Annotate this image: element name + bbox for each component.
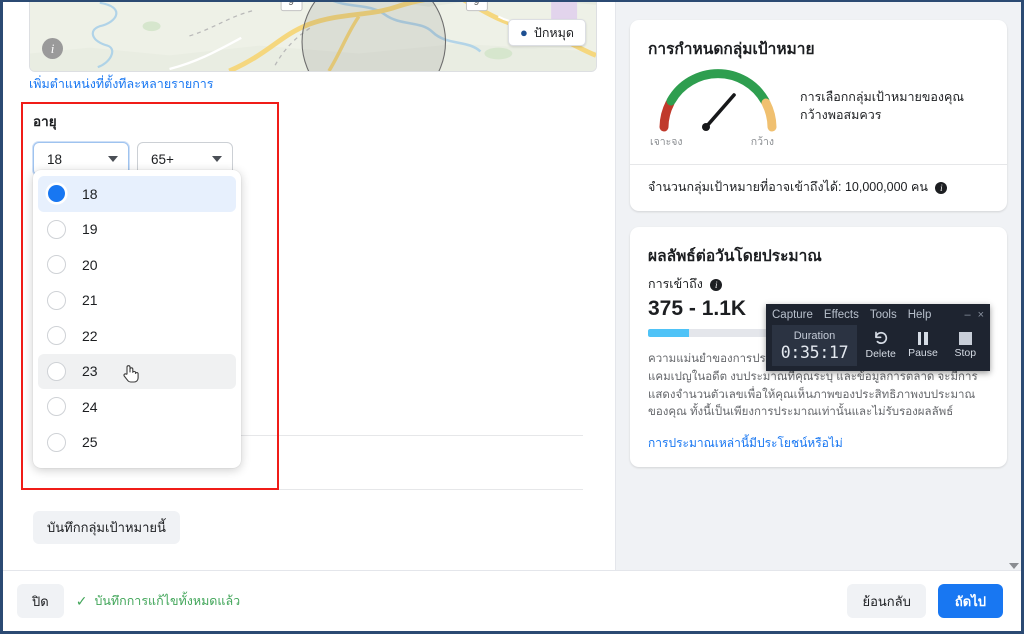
scroll-down-arrow-icon[interactable] [1009,563,1019,569]
duration-value: 0:35:17 [780,342,849,362]
gauge-right-label: กว้าง [750,136,774,148]
radio-button[interactable] [47,255,66,275]
close-icon[interactable]: × [978,309,984,321]
age-max-value: 65+ [151,151,174,167]
targeting-gauge-row: เจาะจง กว้าง การเลือกกลุ่มเป้าหมายของคุณ… [648,67,989,150]
radio-button[interactable] [47,361,66,381]
pause-icon [917,332,928,345]
check-icon: ✓ [75,592,88,609]
results-card-title: ผลลัพธ์ต่อวันโดยประมาณ [648,248,822,265]
age-option-22[interactable]: 22 [38,318,236,354]
age-option-19[interactable]: 19 [38,212,236,248]
targeting-gauge: เจาะจง กว้าง [648,67,800,150]
age-option-label: 21 [82,292,98,309]
pin-location-label: ปักหมุด [533,25,574,40]
svg-text:9: 9 [288,0,294,8]
radio-button[interactable] [47,219,66,239]
chevron-down-icon [212,156,222,162]
svg-text:9: 9 [474,0,480,8]
age-section: อายุ 18 65+ [33,110,273,176]
recorder-menubar: Capture Effects Tools Help – × [766,304,990,325]
map-pin-icon: ● [520,25,528,40]
age-option-label: 20 [82,256,98,273]
age-option-label: 22 [82,327,98,344]
targeting-description: การเลือกกลุ่มเป้าหมายของคุณกว้างพอสมควร [800,90,964,122]
age-option-label: 19 [82,221,98,238]
back-button[interactable]: ย้อนกลับ [847,584,926,618]
reach-row: การเข้าถึง i [648,274,989,294]
delete-label: Delete [865,348,896,360]
age-option-label: 18 [82,185,98,202]
targeting-card-title: การกำหนดกลุ่มเป้าหมาย [648,41,815,58]
gauge-graphic [659,69,777,132]
chevron-down-icon [108,156,118,162]
stop-square-icon [958,332,972,345]
recorder-menu-capture[interactable]: Capture [772,309,813,321]
age-label: อายุ [33,114,57,129]
age-min-value: 18 [47,151,63,167]
divider [33,489,583,490]
age-option-label: 23 [82,363,98,380]
potential-reach-value: 10,000,000 คน [844,180,928,194]
age-option-24[interactable]: 24 [38,389,236,425]
divider [630,164,1007,165]
potential-reach-row: จำนวนกลุ่มเป้าหมายที่อาจเข้าถึงได้: 10,0… [648,177,989,197]
location-map[interactable]: 9 9 i ● ปักหมุด [29,0,597,72]
recorder-window-buttons: – × [964,309,984,321]
potential-reach-label: จำนวนกลุ่มเป้าหมายที่อาจเข้าถึงได้: [648,180,842,194]
stop-label: Stop [954,347,977,359]
radio-button[interactable] [47,397,66,417]
recorder-menu-tools[interactable]: Tools [870,309,897,321]
pause-label: Pause [908,347,938,359]
age-option-label: 24 [82,398,98,415]
next-button[interactable]: ถัดไป [937,584,1003,618]
recorder-pause-button[interactable]: Pause [904,325,941,366]
recorder-delete-button[interactable]: Delete [862,325,899,366]
estimates-panel: การกำหนดกลุ่มเป้าหมาย เจาะจง กว้าง การเล… [615,2,1021,572]
reach-label-text: การเข้าถึง [648,277,703,291]
age-option-23[interactable]: 23 [38,353,236,389]
content-area: 9 9 i ● ปักหมุด เพิ่มตำแหน่งที่ตั้งทีละห… [3,2,1021,572]
radio-button[interactable] [47,184,66,204]
age-option-20[interactable]: 20 [38,247,236,283]
audience-form-panel: 9 9 i ● ปักหมุด เพิ่มตำแหน่งที่ตั้งทีละห… [3,2,615,572]
saved-status-label: บันทึกการแก้ไขทั้งหมดแล้ว [94,594,241,608]
radio-dot [48,185,65,203]
undo-arrow-icon [874,331,887,344]
screen-recorder-toolbar[interactable]: Capture Effects Tools Help – × Duration … [766,304,990,371]
duration-label: Duration [793,329,836,342]
reach-progress-fill [648,329,689,337]
close-button[interactable]: ปิด [17,584,64,618]
save-audience-button[interactable]: บันทึกกลุ่มเป้าหมายนี้ [33,511,180,544]
pin-location-button[interactable]: ● ปักหมุด [508,19,586,46]
mouse-cursor-hand-icon [123,364,139,383]
saved-status: ✓ บันทึกการแก้ไขทั้งหมดแล้ว [76,591,240,611]
info-icon[interactable]: i [710,278,723,291]
radio-button[interactable] [47,326,66,346]
recorder-menu-help[interactable]: Help [908,309,932,321]
recorder-duration: Duration 0:35:17 [772,325,857,366]
info-icon[interactable]: i [42,38,63,59]
recorder-controls: Duration 0:35:17 Delete Pause Stop [766,325,990,371]
gauge-legend: เจาะจง กว้าง [650,133,774,150]
radio-button[interactable] [47,290,66,310]
age-dropdown-menu[interactable]: 18 19 20 21 22 23 24 25 [33,170,241,468]
estimate-feedback-link[interactable]: การประมาณเหล่านี้มีประโยชน์หรือไม่ [648,434,989,453]
recorder-menu-effects[interactable]: Effects [824,309,859,321]
age-option-18[interactable]: 18 [38,176,236,212]
age-option-25[interactable]: 25 [38,425,236,461]
gauge-left-label: เจาะจง [650,136,683,148]
minimize-icon[interactable]: – [964,309,970,321]
age-option-21[interactable]: 21 [38,283,236,319]
targeting-definition-card: การกำหนดกลุ่มเป้าหมาย เจาะจง กว้าง การเล… [630,20,1007,211]
recorder-stop-button[interactable]: Stop [947,325,984,366]
age-option-label: 25 [82,434,98,451]
bottom-action-bar: ปิด ✓ บันทึกการแก้ไขทั้งหมดแล้ว ย้อนกลับ… [3,570,1021,631]
radio-button[interactable] [47,432,66,452]
add-bulk-locations-link[interactable]: เพิ่มตำแหน่งที่ตั้งทีละหลายรายการ [29,74,214,94]
info-icon[interactable]: i [935,181,948,194]
browser-window: 9 9 i ● ปักหมุด เพิ่มตำแหน่งที่ตั้งทีละห… [0,0,1024,634]
